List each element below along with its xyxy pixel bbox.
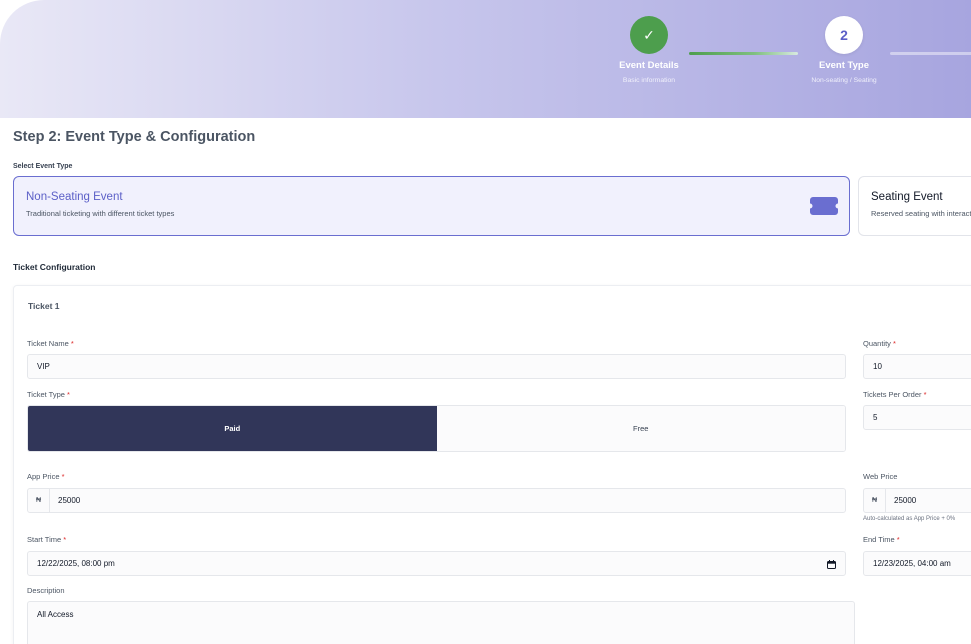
ticket-card [13,285,971,644]
description-textarea[interactable]: All Access [27,601,855,644]
step-title: Event Details [619,60,679,71]
step-title: Event Type [819,60,869,71]
non-seating-event-card[interactable]: Non-Seating Event Traditional ticketing … [13,176,850,236]
ticket-name-label: Ticket Name * [27,339,74,348]
end-time-value: 12/23/2025, 04:00 am [873,559,951,568]
seating-event-card[interactable]: Seating Event Reserved seating with inte… [858,176,971,236]
quantity-input[interactable]: 10 [863,354,971,379]
card-title: Non-Seating Event [26,191,123,203]
web-price-hint: Auto-calculated as App Price + 0% [863,516,956,522]
quantity-label: Quantity * [863,339,896,348]
step-event-type[interactable]: 2 Event Type Non-seating / Seating [784,16,904,84]
currency-prefix: ₦ [864,489,886,512]
step-subtitle: Non-seating / Seating [811,77,877,84]
card-description: Reserved seating with interactive seat m… [871,209,971,218]
description-label: Description [27,586,65,595]
ticket-icon [810,197,838,215]
free-option[interactable]: Free [436,406,845,451]
page-title: Step 2: Event Type & Configuration [13,129,256,145]
calendar-icon[interactable] [827,560,836,569]
start-time-input[interactable]: 12/22/2025, 08:00 pm [27,551,846,576]
ticket-configuration-title: Ticket Configuration [13,262,96,272]
start-time-value: 12/22/2025, 08:00 pm [37,559,115,568]
app-price-value: 25000 [58,496,81,505]
end-time-input[interactable]: 12/23/2025, 04:00 am [863,551,971,576]
step-connector-completed [689,52,798,55]
app-price-input[interactable]: ₦ 25000 [27,488,846,513]
step-subtitle: Basic information [622,77,676,84]
step-event-details[interactable]: ✓ Event Details Basic information [589,16,709,84]
check-icon: ✓ [630,16,668,54]
currency-prefix: ₦ [28,489,50,512]
tickets-per-order-input[interactable]: 5 [863,405,971,430]
ticket-type-label: Ticket Type * [27,390,70,399]
tickets-per-order-label: Tickets Per Order * [863,390,927,399]
app-price-label: App Price * [27,472,65,481]
web-price-label: Web Price [863,472,898,481]
end-time-label: End Time * [863,535,900,544]
card-title: Seating Event [871,191,943,203]
ticket-type-toggle: Paid Free [27,405,846,452]
start-time-label: Start Time * [27,535,67,544]
web-price-value: 25000 [894,496,917,505]
card-description: Traditional ticketing with different tic… [26,209,175,218]
step-number: 2 [825,16,863,54]
paid-option[interactable]: Paid [28,406,437,451]
step-connector-pending [890,52,971,55]
web-price-input[interactable]: ₦ 25000 [863,488,971,513]
ticket-heading: Ticket 1 [28,301,60,311]
header-banner: ✓ Event Details Basic information 2 Even… [0,0,971,118]
select-event-type-label: Select Event Type [13,163,73,170]
ticket-name-input[interactable]: VIP [27,354,846,379]
